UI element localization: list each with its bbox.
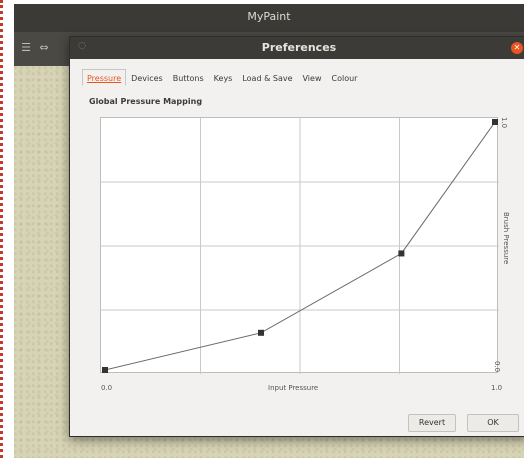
x-max-label: 1.0 (491, 384, 503, 392)
curve-control-point[interactable] (492, 119, 498, 125)
menu-icon[interactable]: ☰ (18, 40, 34, 56)
pressure-curve-graph[interactable] (100, 117, 499, 374)
tab-bar: Pressure Devices Buttons Keys Load & Sav… (82, 69, 362, 87)
window-menu-icon[interactable]: ◌ (76, 40, 88, 52)
tab-keys[interactable]: Keys (209, 69, 238, 86)
dialog-title: Preferences (261, 41, 337, 54)
curve-control-point[interactable] (258, 329, 264, 336)
y-axis-label: Brush Pressure (502, 212, 510, 265)
x-axis-label: Input Pressure (268, 384, 319, 392)
page-edge-border (0, 0, 14, 458)
y-max-label: 1.0 (500, 117, 508, 129)
close-icon[interactable]: ✕ (511, 42, 523, 54)
tab-devices[interactable]: Devices (126, 69, 168, 86)
app-title: MyPaint (14, 4, 524, 32)
tab-view[interactable]: View (298, 69, 327, 86)
pressure-curve-svg[interactable] (101, 118, 499, 374)
toolbar-icon[interactable]: ⇔ (36, 40, 52, 56)
ok-button[interactable]: OK (467, 414, 519, 432)
x-min-label: 0.0 (101, 384, 113, 392)
tab-colour[interactable]: Colour (326, 69, 362, 86)
mypaint-window: MyPaint ☰ ⇔ ◌ Preferences ✕ Pressure Dev… (14, 4, 524, 458)
curve-control-point[interactable] (102, 367, 108, 373)
section-title: Global Pressure Mapping (89, 97, 203, 106)
curve-control-point[interactable] (398, 250, 405, 257)
dialog-titlebar: ◌ Preferences ✕ (70, 37, 524, 59)
tab-load-save[interactable]: Load & Save (237, 69, 297, 86)
revert-button[interactable]: Revert (408, 414, 456, 432)
preferences-dialog: ◌ Preferences ✕ Pressure Devices Buttons… (69, 36, 524, 437)
tab-pressure[interactable]: Pressure (82, 69, 127, 86)
tab-buttons[interactable]: Buttons (168, 69, 209, 86)
y-min-label: 0.0 (493, 361, 501, 373)
